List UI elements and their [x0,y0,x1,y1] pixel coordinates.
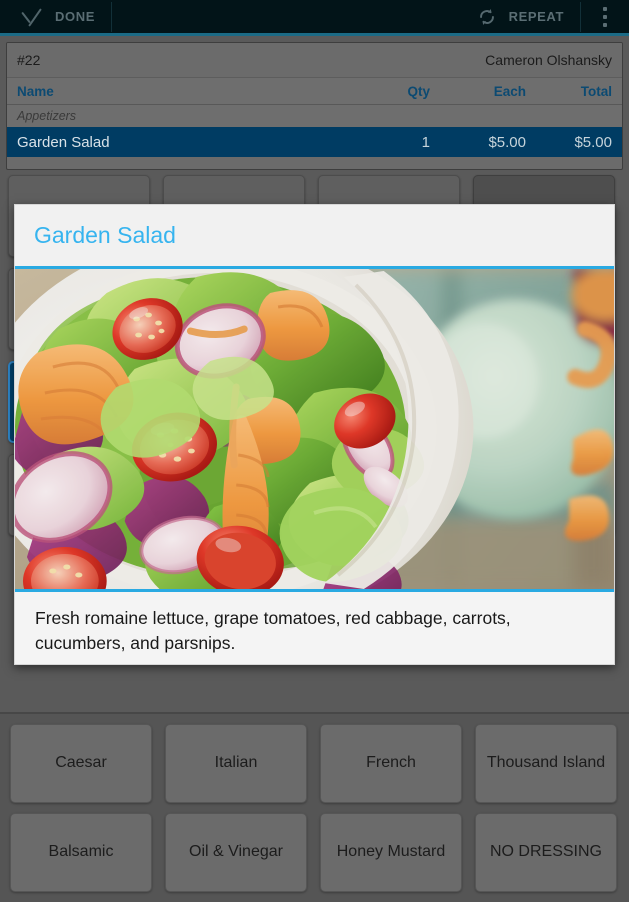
item-detail-dialog: Garden Salad Fresh romaine lettuce, grap… [14,204,615,665]
pos-order-screen: DONE REPEAT #22 Cameron Olshansky Name Q… [0,0,629,902]
dialog-description: Fresh romaine lettuce, grape tomatoes, r… [15,592,614,664]
garden-salad-photo [15,269,614,590]
dialog-title: Garden Salad [15,205,614,267]
